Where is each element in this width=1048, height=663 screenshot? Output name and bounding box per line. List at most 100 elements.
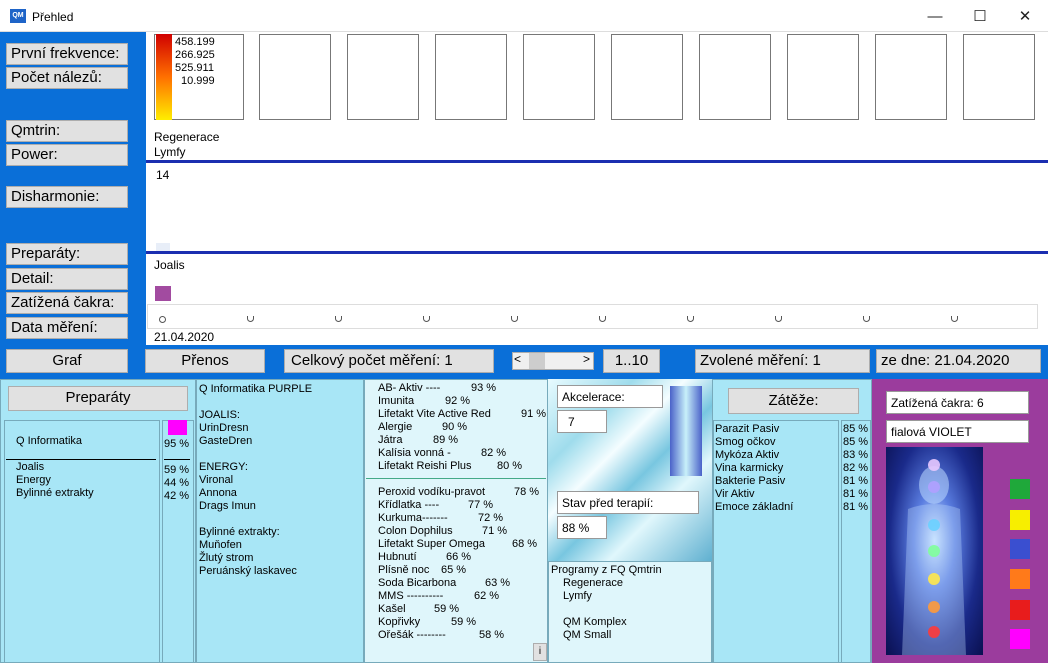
item-pct: 78 % xyxy=(514,486,540,498)
list-item[interactable]: Kašel 59 % xyxy=(378,603,546,616)
chakra-color-square[interactable] xyxy=(1010,510,1030,530)
prenos-button[interactable]: Přenos xyxy=(145,349,265,373)
measurement-box[interactable] xyxy=(963,34,1035,120)
info-button[interactable]: i xyxy=(533,643,547,661)
list-item[interactable]: Kalísia vonná - 82 % xyxy=(378,447,546,460)
chakra-color-square[interactable] xyxy=(1010,569,1030,589)
item-pct: 59 % xyxy=(451,616,477,628)
chakra-body-image xyxy=(886,447,983,655)
zateze-button[interactable]: Zátěže: xyxy=(728,388,859,414)
preparat-color-swatch xyxy=(168,420,187,435)
list-item[interactable]: Lifetakt Reishi Plus 80 % xyxy=(378,460,546,473)
measurement-box[interactable] xyxy=(435,34,507,120)
list-item[interactable]: Játra 89 % xyxy=(378,434,546,447)
item-pct: 63 % xyxy=(485,577,511,589)
scroll-left-button[interactable]: < xyxy=(514,352,521,366)
list-item-pct: 81 % xyxy=(843,488,869,500)
item-pct: 62 % xyxy=(474,590,500,602)
detail-text: Q Informatika PURPLE JOALIS: UrinDresn G… xyxy=(199,383,312,578)
list-item[interactable]: Emoce základní xyxy=(715,501,793,514)
list-item[interactable]: Smog očkov xyxy=(715,436,793,449)
list-item[interactable]: Joalis xyxy=(16,461,44,474)
list-item[interactable]: Hubnutí 66 % xyxy=(378,551,546,564)
list-item[interactable]: Imunita 92 % xyxy=(378,395,546,408)
chakra-color-square[interactable] xyxy=(1010,629,1030,649)
list-item[interactable] xyxy=(551,603,662,616)
preparaty-list[interactable] xyxy=(4,420,160,663)
chakra-color-square[interactable] xyxy=(1010,600,1030,620)
item-pct: 80 % xyxy=(497,460,523,472)
qmtrin-program-1: Regenerace xyxy=(154,130,220,144)
list-item-pct: 81 % xyxy=(843,475,869,487)
measurement-selector[interactable] xyxy=(147,304,1038,329)
list-item[interactable]: Lymfy xyxy=(551,590,662,603)
list-item[interactable]: Vina karmicky xyxy=(715,462,793,475)
list-item[interactable]: Regenerace xyxy=(551,577,662,590)
selected-measurement: Zvolené měření: 1 xyxy=(695,349,870,373)
list-item[interactable]: QM Small xyxy=(551,629,662,642)
measurement-box[interactable] xyxy=(611,34,683,120)
maximize-button[interactable]: ☐ xyxy=(957,4,1003,30)
title-bar xyxy=(0,0,1048,32)
list-item[interactable]: Křídlatka ---- 77 % xyxy=(378,499,546,512)
app-icon: QM xyxy=(10,9,26,23)
graf-button[interactable]: Graf xyxy=(6,349,128,373)
measurement-scrollbar[interactable] xyxy=(512,352,594,370)
list-item[interactable]: Bakterie Pasiv xyxy=(715,475,793,488)
detail-line: ENERGY: xyxy=(199,461,248,473)
item-pct: 71 % xyxy=(482,525,508,537)
chakra-color-square[interactable] xyxy=(1010,479,1030,499)
item-name: Plísně noc xyxy=(378,564,430,576)
preparat-name: Joalis xyxy=(154,258,185,272)
list-item[interactable]: Parazit Pasiv xyxy=(715,423,793,436)
minimize-button[interactable]: — xyxy=(912,4,958,30)
measurement-box[interactable] xyxy=(523,34,595,120)
item-name: Kurkuma------- xyxy=(378,512,448,524)
list-item[interactable]: Soda Bicarbona 63 % xyxy=(378,577,546,590)
list-item[interactable]: MMS ---------- 62 % xyxy=(378,590,546,603)
list-item[interactable]: QM Komplex xyxy=(551,616,662,629)
list-item[interactable]: Kopřivky 59 % xyxy=(378,616,546,629)
measurement-box[interactable] xyxy=(347,34,419,120)
measurement-box[interactable] xyxy=(787,34,859,120)
close-button[interactable]: ✕ xyxy=(1002,4,1048,30)
cakra-color-name: fialová VIOLET xyxy=(886,420,1029,443)
list-item[interactable]: Energy xyxy=(16,474,51,487)
item-name: Alergie xyxy=(378,421,413,433)
list-item[interactable]: Mykóza Aktiv xyxy=(715,449,793,462)
list-item[interactable]: Lifetakt Super Omega 68 % xyxy=(378,538,546,551)
measurement-radio-selected[interactable] xyxy=(159,316,166,323)
divider xyxy=(366,478,546,479)
legend-value: 458.199 xyxy=(175,36,215,48)
chakra-color-square[interactable] xyxy=(1010,539,1030,559)
list-item[interactable]: Vir Aktiv xyxy=(715,488,793,501)
measurement-box[interactable] xyxy=(259,34,331,120)
measurement-date: 21.04.2020 xyxy=(154,330,215,344)
item-name: Lifetakt Vite Active Red xyxy=(378,408,491,420)
preparaty-button[interactable]: Preparáty xyxy=(8,386,188,411)
preparaty-header[interactable]: Q Informatika xyxy=(16,435,82,448)
measurement-box[interactable] xyxy=(875,34,947,120)
list-item[interactable]: Ořešák -------- 58 % xyxy=(378,629,546,642)
list-item[interactable]: Lifetakt Vite Active Red 91 % xyxy=(378,408,546,421)
item-name: Lifetakt Super Omega xyxy=(378,538,486,550)
scrollbar-thumb[interactable] xyxy=(529,353,545,369)
scroll-right-button[interactable]: > xyxy=(583,352,590,366)
list-item[interactable]: Colon Dophilus 71 % xyxy=(378,525,546,538)
measurement-box[interactable] xyxy=(699,34,771,120)
detail-line: Q Informatika PURPLE xyxy=(199,383,313,395)
list-item[interactable]: Bylinné extrakty xyxy=(16,487,94,500)
chakra-body-figure xyxy=(902,459,966,655)
list-item[interactable]: Peroxid vodíku-pravot 78 % xyxy=(378,486,546,499)
list-item[interactable]: Kurkuma------- 72 % xyxy=(378,512,546,525)
separator-line xyxy=(146,251,1048,254)
range-button[interactable]: 1..10 xyxy=(603,349,660,373)
list-item[interactable]: AB- Aktiv ---- 93 % xyxy=(378,382,546,395)
item-pct: 89 % xyxy=(433,434,459,446)
detail-line: Bylinné extrakty: xyxy=(199,526,280,538)
label-pocet-nalezu: Počet nálezů: xyxy=(6,67,128,89)
item-name: Játra xyxy=(378,434,403,446)
list-item[interactable]: Plísně noc 65 % xyxy=(378,564,546,577)
label-zatizena-cakra: Zatížená čakra: xyxy=(6,292,128,314)
list-item[interactable]: Alergie 90 % xyxy=(378,421,546,434)
